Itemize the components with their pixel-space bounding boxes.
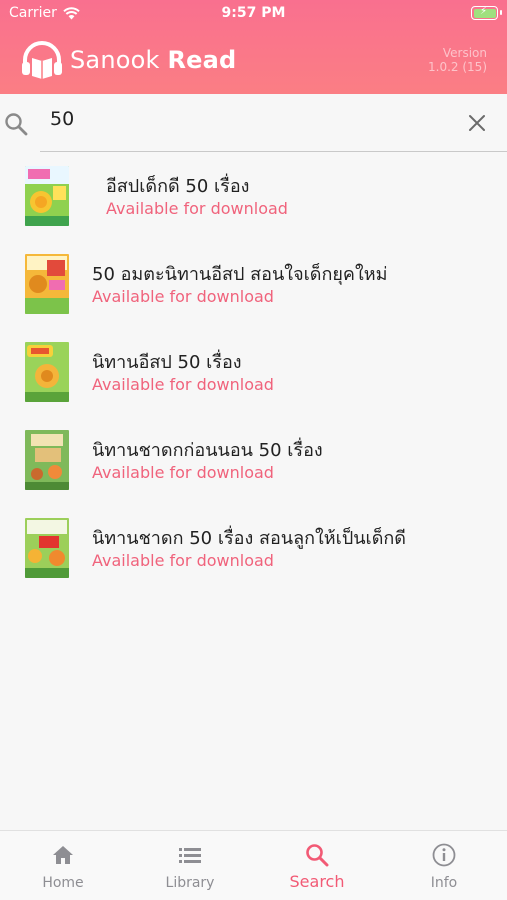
version-label: Version (442, 46, 487, 60)
book-cover-image (25, 430, 69, 490)
search-underline (40, 151, 507, 152)
app-name: Sanook Read (70, 46, 236, 74)
app-name-light: Sanook (70, 46, 160, 74)
result-status: Available for download (92, 463, 274, 482)
status-bar: Carrier 9:57 PM ⚡ (0, 0, 507, 28)
tab-bar: Home Library Search Info (0, 830, 507, 900)
headphones-book-icon (22, 41, 62, 79)
tab-info-label: Info (430, 875, 458, 891)
tab-home-label: Home (42, 875, 84, 891)
home-icon (53, 846, 73, 864)
result-status: Available for download (106, 199, 288, 218)
list-icon (179, 848, 201, 863)
app-name-bold: Read (167, 46, 237, 74)
battery-icon: ⚡ (471, 6, 502, 20)
version-info: Version 1.0.2 (15) (428, 46, 487, 74)
tab-search-label: Search (289, 872, 345, 891)
brand-logo: Sanook Read (20, 40, 236, 80)
result-item[interactable]: อีสปเด็กดี 50 เรื่อง Available for downl… (0, 154, 507, 242)
clear-search-icon[interactable] (467, 113, 487, 133)
search-input[interactable] (50, 106, 450, 132)
book-cover-image (25, 166, 69, 226)
book-cover-image (25, 254, 69, 314)
result-title: นิทานชาดก 50 เรื่อง สอนลูกให้เป็นเด็กดี (92, 528, 406, 549)
search-icon (5, 113, 28, 136)
result-title: นิทานชาดกก่อนนอน 50 เรื่อง (92, 440, 323, 461)
book-cover-image (25, 518, 69, 578)
result-title: นิทานอีสป 50 เรื่อง (92, 352, 242, 373)
book-cover-image (25, 342, 69, 402)
result-status: Available for download (92, 551, 274, 570)
result-item[interactable]: นิทานชาดก 50 เรื่อง สอนลูกให้เป็นเด็กดี … (0, 506, 507, 594)
tab-home[interactable]: Home (0, 831, 126, 900)
result-item[interactable]: นิทานชาดกก่อนนอน 50 เรื่อง Available for… (0, 418, 507, 506)
result-title: 50 อมตะนิทานอีสป สอนใจเด็กยุคใหม่ (92, 264, 388, 285)
tab-library-label: Library (165, 875, 215, 891)
result-status: Available for download (92, 375, 274, 394)
result-status: Available for download (92, 287, 274, 306)
result-item[interactable]: 50 อมตะนิทานอีสป สอนใจเด็กยุคใหม่ Availa… (0, 242, 507, 330)
app-header: Carrier 9:57 PM ⚡ Sanook Read Version 1.… (0, 0, 507, 94)
result-item[interactable]: นิทานอีสป 50 เรื่อง Available for downlo… (0, 330, 507, 418)
tab-search[interactable]: Search (254, 831, 380, 900)
search-bar (0, 94, 507, 154)
tab-library[interactable]: Library (127, 831, 253, 900)
version-number: 1.0.2 (15) (428, 60, 487, 74)
search-icon (306, 844, 329, 867)
result-title: อีสปเด็กดี 50 เรื่อง (106, 176, 250, 197)
info-icon (432, 843, 456, 867)
tab-info[interactable]: Info (381, 831, 507, 900)
status-time: 9:57 PM (221, 5, 286, 21)
